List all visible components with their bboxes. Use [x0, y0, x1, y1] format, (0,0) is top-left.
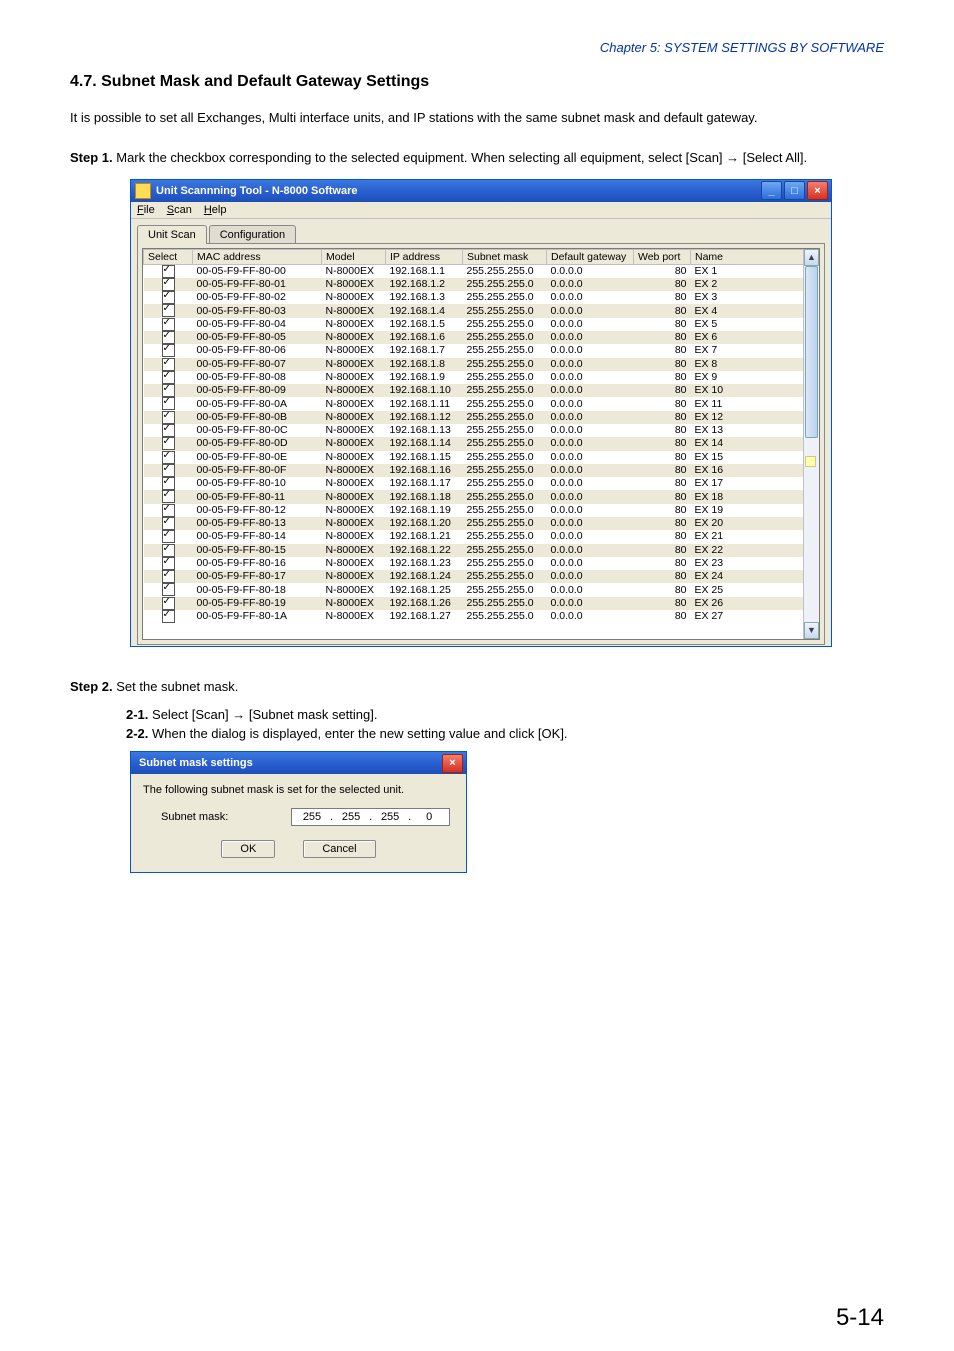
window-title: Unit Scannning Tool - N-8000 Software [156, 185, 761, 197]
page-number: 5-14 [836, 1304, 884, 1332]
subnet-mask-dialog: Subnet mask settings × The following sub… [130, 751, 467, 873]
table-row[interactable]: 00-05-F9-FF-80-0AN-8000EX192.168.1.11255… [144, 397, 804, 410]
step-2-2-label: 2-2. [126, 726, 148, 741]
ip-octet-1[interactable]: 255 [298, 811, 326, 823]
cancel-button[interactable]: Cancel [303, 840, 375, 858]
scroll-thumb[interactable] [805, 266, 818, 438]
table-row[interactable]: 00-05-F9-FF-80-16N-8000EX192.168.1.23255… [144, 557, 804, 570]
minimize-button[interactable]: _ [761, 181, 782, 200]
table-row[interactable]: 00-05-F9-FF-80-09N-8000EX192.168.1.10255… [144, 384, 804, 397]
col-ip[interactable]: IP address [386, 249, 463, 264]
subnet-mask-input[interactable]: 255. 255. 255. 0 [291, 808, 450, 826]
vertical-scrollbar[interactable]: ▲ ▼ [803, 249, 819, 639]
ok-button[interactable]: OK [221, 840, 275, 858]
menu-bar: File Scan Help [131, 202, 831, 219]
table-row[interactable]: 00-05-F9-FF-80-11N-8000EX192.168.1.18255… [144, 490, 804, 503]
table-row[interactable]: 00-05-F9-FF-80-0FN-8000EX192.168.1.16255… [144, 464, 804, 477]
table-row[interactable]: 00-05-F9-FF-80-1AN-8000EX192.168.1.27255… [144, 610, 804, 623]
table-row[interactable]: 00-05-F9-FF-80-18N-8000EX192.168.1.25255… [144, 583, 804, 596]
table-row[interactable]: 00-05-F9-FF-80-06N-8000EX192.168.1.7255.… [144, 344, 804, 357]
step-2-2: 2-2. When the dialog is displayed, enter… [126, 726, 884, 741]
app-icon [135, 183, 151, 199]
table-row[interactable]: 00-05-F9-FF-80-03N-8000EX192.168.1.4255.… [144, 304, 804, 317]
table-row[interactable]: 00-05-F9-FF-80-12N-8000EX192.168.1.19255… [144, 504, 804, 517]
table-row[interactable]: 00-05-F9-FF-80-07N-8000EX192.168.1.8255.… [144, 358, 804, 371]
step-2-1: 2-1. Select [Scan] → [Subnet mask settin… [126, 707, 884, 722]
step-2-label: Step 2. [70, 679, 113, 694]
dialog-title: Subnet mask settings [139, 757, 442, 769]
maximize-button[interactable]: □ [784, 181, 805, 200]
step-1: Step 1. Mark the checkbox corresponding … [70, 148, 884, 169]
ip-octet-4[interactable]: 0 [415, 811, 443, 823]
table-row[interactable]: 00-05-F9-FF-80-13N-8000EX192.168.1.20255… [144, 517, 804, 530]
col-mac[interactable]: MAC address [193, 249, 322, 264]
table-row[interactable]: 00-05-F9-FF-80-10N-8000EX192.168.1.17255… [144, 477, 804, 490]
scroll-up-icon[interactable]: ▲ [804, 249, 819, 266]
chapter-header: Chapter 5: SYSTEM SETTINGS BY SOFTWARE [70, 40, 884, 55]
step-2-1-label: 2-1. [126, 707, 148, 722]
subnet-mask-label: Subnet mask: [143, 811, 291, 823]
step-1-label: Step 1. [70, 150, 113, 165]
close-button[interactable]: × [807, 181, 828, 200]
intro-text: It is possible to set all Exchanges, Mul… [70, 109, 884, 128]
table-row[interactable]: 00-05-F9-FF-80-01N-8000EX192.168.1.2255.… [144, 278, 804, 291]
equipment-grid: Select MAC address Model IP address Subn… [142, 248, 820, 640]
scroll-down-icon[interactable]: ▼ [804, 622, 819, 639]
step-2-text: Set the subnet mask. [116, 679, 238, 694]
table-row[interactable]: 00-05-F9-FF-80-19N-8000EX192.168.1.26255… [144, 597, 804, 610]
dialog-close-button[interactable]: × [442, 754, 463, 773]
col-mask[interactable]: Subnet mask [463, 249, 547, 264]
col-gw[interactable]: Default gateway [547, 249, 634, 264]
table-row[interactable]: 00-05-F9-FF-80-17N-8000EX192.168.1.24255… [144, 570, 804, 583]
tab-configuration[interactable]: Configuration [209, 225, 296, 244]
table-row[interactable]: 00-05-F9-FF-80-15N-8000EX192.168.1.22255… [144, 544, 804, 557]
col-name[interactable]: Name [691, 249, 804, 264]
table-row[interactable]: 00-05-F9-FF-80-0EN-8000EX192.168.1.15255… [144, 451, 804, 464]
section-title: 4.7. Subnet Mask and Default Gateway Set… [70, 73, 884, 91]
menu-scan[interactable]: Scan [167, 204, 192, 216]
ip-octet-2[interactable]: 255 [337, 811, 365, 823]
table-row[interactable]: 00-05-F9-FF-80-0DN-8000EX192.168.1.14255… [144, 437, 804, 450]
row-checkbox[interactable] [162, 610, 175, 623]
scroll-marker [805, 456, 816, 467]
tab-unit-scan[interactable]: Unit Scan [137, 225, 207, 244]
table-row[interactable]: 00-05-F9-FF-80-14N-8000EX192.168.1.21255… [144, 530, 804, 543]
unit-scanning-window: Unit Scannning Tool - N-8000 Software _ … [130, 179, 832, 647]
table-row[interactable]: 00-05-F9-FF-80-0BN-8000EX192.168.1.12255… [144, 411, 804, 424]
col-model[interactable]: Model [322, 249, 386, 264]
step-2: Step 2. Set the subnet mask. [70, 677, 884, 698]
step-1-text: Mark the checkbox corresponding to the s… [116, 150, 807, 165]
table-row[interactable]: 00-05-F9-FF-80-0CN-8000EX192.168.1.13255… [144, 424, 804, 437]
menu-file[interactable]: File [137, 204, 155, 216]
table-row[interactable]: 00-05-F9-FF-80-04N-8000EX192.168.1.5255.… [144, 318, 804, 331]
step-2-2-text: When the dialog is displayed, enter the … [152, 726, 568, 741]
table-row[interactable]: 00-05-F9-FF-80-08N-8000EX192.168.1.9255.… [144, 371, 804, 384]
table-row[interactable]: 00-05-F9-FF-80-00N-8000EX192.168.1.1255.… [144, 264, 804, 278]
dialog-description: The following subnet mask is set for the… [143, 784, 454, 796]
table-row[interactable]: 00-05-F9-FF-80-02N-8000EX192.168.1.3255.… [144, 291, 804, 304]
menu-help[interactable]: Help [204, 204, 227, 216]
col-port[interactable]: Web port [634, 249, 691, 264]
titlebar: Unit Scannning Tool - N-8000 Software _ … [131, 180, 831, 202]
step-2-1-text: Select [Scan] → [Subnet mask setting]. [152, 707, 377, 722]
table-row[interactable]: 00-05-F9-FF-80-05N-8000EX192.168.1.6255.… [144, 331, 804, 344]
ip-octet-3[interactable]: 255 [376, 811, 404, 823]
